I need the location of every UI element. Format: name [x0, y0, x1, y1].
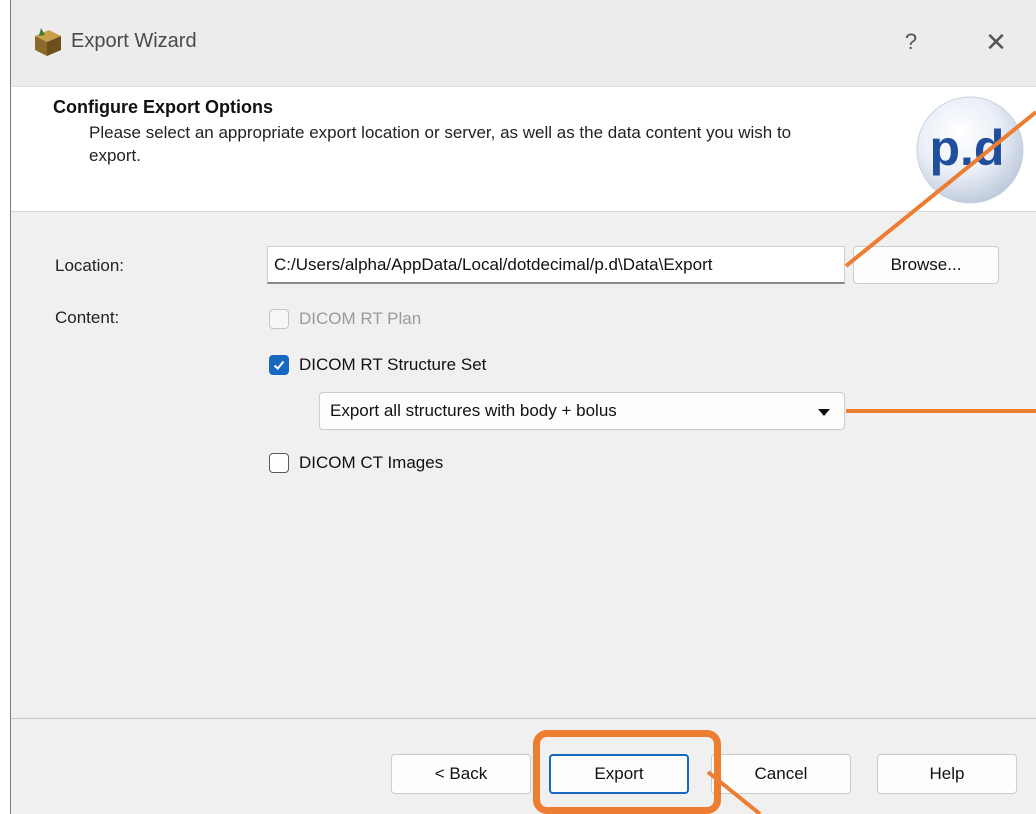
title-bar[interactable]: Export Wizard ? ✕	[11, 0, 1036, 87]
footer-divider	[11, 718, 1036, 719]
option-rt-plan[interactable]: DICOM RT Plan	[269, 306, 421, 332]
rt-structure-set-checkbox[interactable]	[269, 355, 289, 375]
dropdown-arrow-icon	[818, 409, 830, 416]
help-title-button[interactable]: ?	[891, 22, 931, 62]
page-subtitle: Please select an appropriate export loca…	[89, 123, 792, 165]
ct-images-label: DICOM CT Images	[299, 453, 444, 472]
rt-plan-label: DICOM RT Plan	[299, 309, 422, 328]
rt-plan-checkbox[interactable]	[269, 309, 289, 329]
export-wizard-window: Export Wizard ? ✕ Configure Export Optio…	[10, 0, 1036, 814]
ct-images-checkbox[interactable]	[269, 453, 289, 473]
page-title: Configure Export Options	[53, 97, 273, 117]
logo-text: p.d	[930, 120, 1005, 176]
location-label: Location:	[55, 256, 124, 275]
back-button[interactable]: < Back	[391, 754, 531, 794]
option-ct-images[interactable]: DICOM CT Images	[269, 450, 443, 476]
wizard-header: Configure Export Options Please select a…	[11, 87, 1036, 212]
cancel-button[interactable]: Cancel	[711, 754, 851, 794]
pd-logo: p.d	[916, 96, 1024, 204]
export-button-highlight	[533, 730, 721, 814]
close-button[interactable]: ✕	[971, 22, 1021, 62]
window-title: Export Wizard	[71, 30, 197, 52]
checkmark-icon	[273, 360, 285, 370]
option-rt-structure-set[interactable]: DICOM RT Structure Set	[269, 352, 486, 378]
structure-export-select[interactable]: Export all structures with body + bolus	[319, 392, 845, 430]
content-label: Content:	[55, 308, 120, 327]
rt-structure-set-label: DICOM RT Structure Set	[299, 355, 487, 374]
structure-export-select-value: Export all structures with body + bolus	[330, 401, 617, 420]
browse-button[interactable]: Browse...	[853, 246, 999, 284]
help-button[interactable]: Help	[877, 754, 1017, 794]
app-icon	[35, 28, 61, 56]
location-input[interactable]: C:/Users/alpha/AppData/Local/dotdecimal/…	[267, 246, 845, 284]
